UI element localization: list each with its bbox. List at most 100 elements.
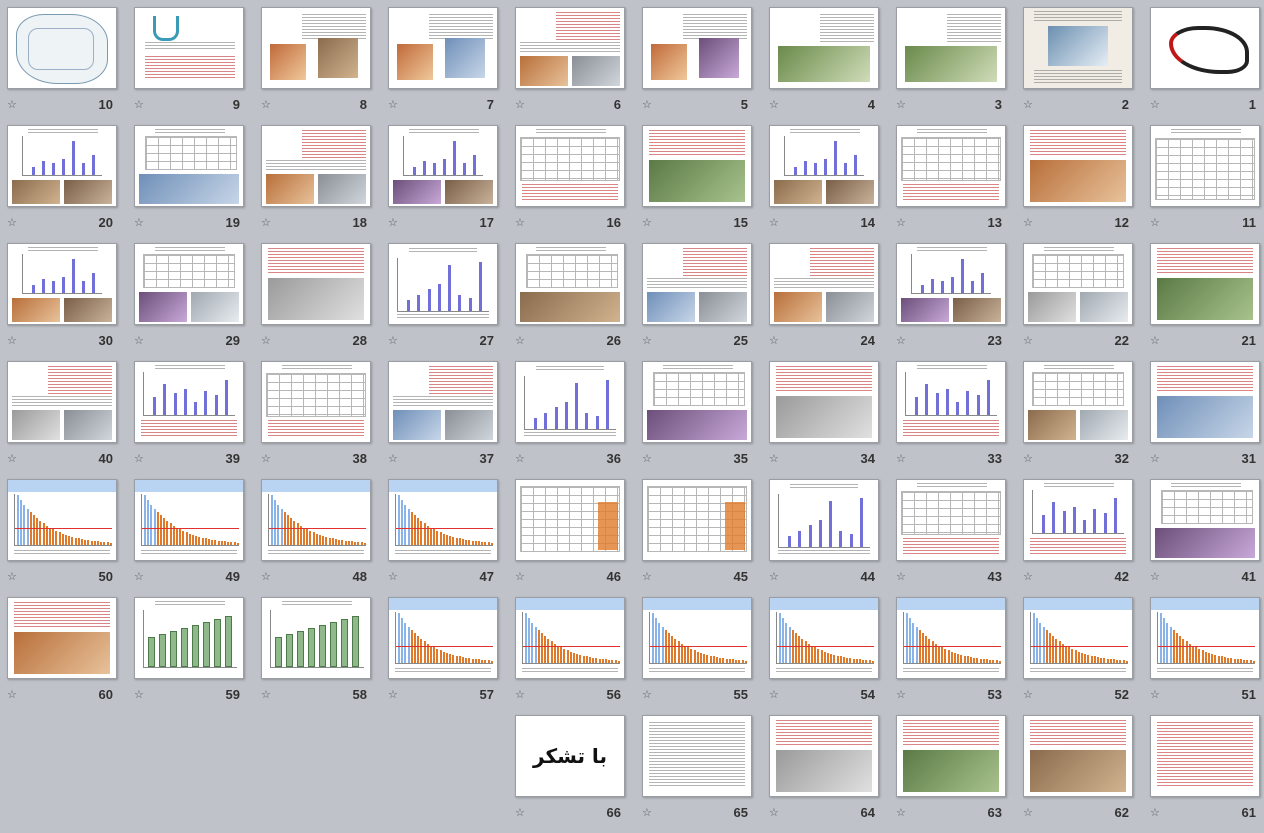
chart-bar xyxy=(738,660,741,663)
chart-bar xyxy=(225,616,232,667)
slide-thumbnail[interactable]: ☆ 20 xyxy=(7,125,117,243)
slide-text-lines xyxy=(1034,70,1122,84)
slide-thumbnail[interactable]: ☆ 64 xyxy=(769,715,879,833)
slide-thumbnail[interactable]: ☆ 29 xyxy=(134,243,244,361)
slide-thumbnail[interactable]: ☆ 65 xyxy=(642,715,752,833)
slide-thumbnail[interactable]: ☆ 16 xyxy=(515,125,625,243)
chart-bar xyxy=(52,281,55,293)
slide-thumbnail[interactable]: ☆ 36 xyxy=(515,361,625,479)
slide-number: 23 xyxy=(987,333,1002,348)
chart-bar xyxy=(836,655,839,663)
slide-thumbnail[interactable]: ☆ 24 xyxy=(769,243,879,361)
slide-thumbnail[interactable]: ☆ 14 xyxy=(769,125,879,243)
slide-thumbnail[interactable]: ☆ 26 xyxy=(515,243,625,361)
slide-photo xyxy=(699,38,739,78)
slide-thumbnail[interactable]: ☆ 39 xyxy=(134,361,244,479)
slide-thumbnail[interactable]: ☆ 40 xyxy=(7,361,117,479)
slide-thumbnail[interactable]: ☆ 19 xyxy=(134,125,244,243)
chart-bar xyxy=(658,622,661,663)
slide-thumbnail[interactable]: ☆ 5 xyxy=(642,7,752,125)
slide-thumbnail[interactable]: ☆ 9 xyxy=(134,7,244,125)
slide-thumbnail[interactable]: ☆ 33 xyxy=(896,361,1006,479)
slide-thumbnail[interactable]: ☆ 23 xyxy=(896,243,1006,361)
chart-bar xyxy=(473,155,476,175)
slide-thumbnail[interactable]: ☆ 15 xyxy=(642,125,752,243)
slide-thumbnail[interactable]: ☆ 17 xyxy=(388,125,498,243)
slide-thumbnail[interactable]: ☆ 7 xyxy=(388,7,498,125)
star-icon: ☆ xyxy=(896,689,906,701)
chart-bar xyxy=(712,656,715,663)
slide-thumbnail[interactable]: ☆ 57 xyxy=(388,597,498,715)
chart-bar xyxy=(179,529,182,545)
slide-thumbnail[interactable]: ☆ 32 xyxy=(1023,361,1133,479)
slide-thumbnail[interactable]: ☆ 10 xyxy=(7,7,117,125)
slide-thumbnail[interactable]: ☆ 52 xyxy=(1023,597,1133,715)
chart-bar xyxy=(912,622,915,663)
slide-thumbnail[interactable]: ☆ 8 xyxy=(261,7,371,125)
slide-thumbnail[interactable]: ☆ 18 xyxy=(261,125,371,243)
slide-thumbnail[interactable]: ☆ 60 xyxy=(7,597,117,715)
slide-thumbnail[interactable]: ☆ 37 xyxy=(388,361,498,479)
slide-thumbnail[interactable]: ☆ 38 xyxy=(261,361,371,479)
slide-thumbnail[interactable]: ☆ 61 xyxy=(1150,715,1260,833)
slide-thumbnail[interactable]: ☆ 35 xyxy=(642,361,752,479)
slide-thumbnail[interactable]: ☆ 58 xyxy=(261,597,371,715)
slide-thumbnail[interactable]: ☆ 6 xyxy=(515,7,625,125)
chart-bar xyxy=(801,639,804,663)
slide-thumbnail[interactable]: ☆ 53 xyxy=(896,597,1006,715)
slide-thumbnail[interactable]: ☆ 59 xyxy=(134,597,244,715)
slide-thumbnail[interactable]: ☆ 51 xyxy=(1150,597,1260,715)
slide-thumbnail[interactable]: ☆ 1 xyxy=(1150,7,1260,125)
slide-thumbnail[interactable]: ☆ 54 xyxy=(769,597,879,715)
slide-thumbnail[interactable]: ☆ 12 xyxy=(1023,125,1133,243)
slide-thumbnail[interactable]: ☆ 48 xyxy=(261,479,371,597)
chart-bar xyxy=(347,541,350,545)
slide-thumbnail[interactable]: ☆ 63 xyxy=(896,715,1006,833)
slide-text-lines xyxy=(1157,248,1253,274)
slide-thumbnail[interactable]: ☆ 42 xyxy=(1023,479,1133,597)
chart-bar xyxy=(20,500,23,545)
slide-thumbnail[interactable]: ☆ 25 xyxy=(642,243,752,361)
slide-thumbnail[interactable]: ☆ 46 xyxy=(515,479,625,597)
star-icon: ☆ xyxy=(642,217,652,229)
slide-thumbnail[interactable]: ☆ 49 xyxy=(134,479,244,597)
slide-thumbnail[interactable]: ☆ 31 xyxy=(1150,361,1260,479)
slide-thumbnail[interactable]: ☆ 21 xyxy=(1150,243,1260,361)
chart-bar xyxy=(992,660,995,663)
slide-thumbnail[interactable]: ☆ 13 xyxy=(896,125,1006,243)
slide-thumbnail[interactable]: ☆ 55 xyxy=(642,597,752,715)
slide-table xyxy=(901,137,1001,181)
slide-thumbnail[interactable]: ☆ 44 xyxy=(769,479,879,597)
slide-thumbnail[interactable]: با تشکر ☆ 66 xyxy=(515,715,625,833)
slide-thumbnail[interactable]: ☆ 41 xyxy=(1150,479,1260,597)
chart-bar xyxy=(728,659,731,663)
slide-preview xyxy=(896,715,1006,797)
slide-thumbnail[interactable]: ☆ 50 xyxy=(7,479,117,597)
slide-thumbnail[interactable]: ☆ 3 xyxy=(896,7,1006,125)
slide-thumbnail[interactable]: ☆ 27 xyxy=(388,243,498,361)
chart-bar xyxy=(817,648,820,663)
slide-thumbnail[interactable]: ☆ 11 xyxy=(1150,125,1260,243)
slide-thumbnail[interactable]: ☆ 28 xyxy=(261,243,371,361)
star-icon: ☆ xyxy=(769,217,779,229)
chart-bar xyxy=(481,541,484,545)
chart-bar xyxy=(484,542,487,545)
slide-thumbnail[interactable]: ☆ 43 xyxy=(896,479,1006,597)
chart-bar xyxy=(941,281,944,293)
slide-thumbnail[interactable]: ☆ 62 xyxy=(1023,715,1133,833)
slide-thumbnail[interactable]: ☆ 30 xyxy=(7,243,117,361)
slide-thumbnail[interactable]: ☆ 47 xyxy=(388,479,498,597)
slide-thumbnail[interactable]: ☆ 45 xyxy=(642,479,752,597)
chart-bar xyxy=(352,616,359,667)
chart-bar xyxy=(166,521,169,545)
slide-thumbnail[interactable]: ☆ 22 xyxy=(1023,243,1133,361)
slide-thumbnail[interactable]: ☆ 34 xyxy=(769,361,879,479)
chart-bar xyxy=(839,530,843,547)
slide-thumbnail[interactable]: ☆ 2 xyxy=(1023,7,1133,125)
slide-thumbnail[interactable]: ☆ 56 xyxy=(515,597,625,715)
star-icon: ☆ xyxy=(515,335,525,347)
star-icon: ☆ xyxy=(1150,99,1160,111)
slide-thumbnail[interactable]: ☆ 4 xyxy=(769,7,879,125)
chart-bar xyxy=(17,495,19,545)
slide-text-lines xyxy=(524,432,616,438)
